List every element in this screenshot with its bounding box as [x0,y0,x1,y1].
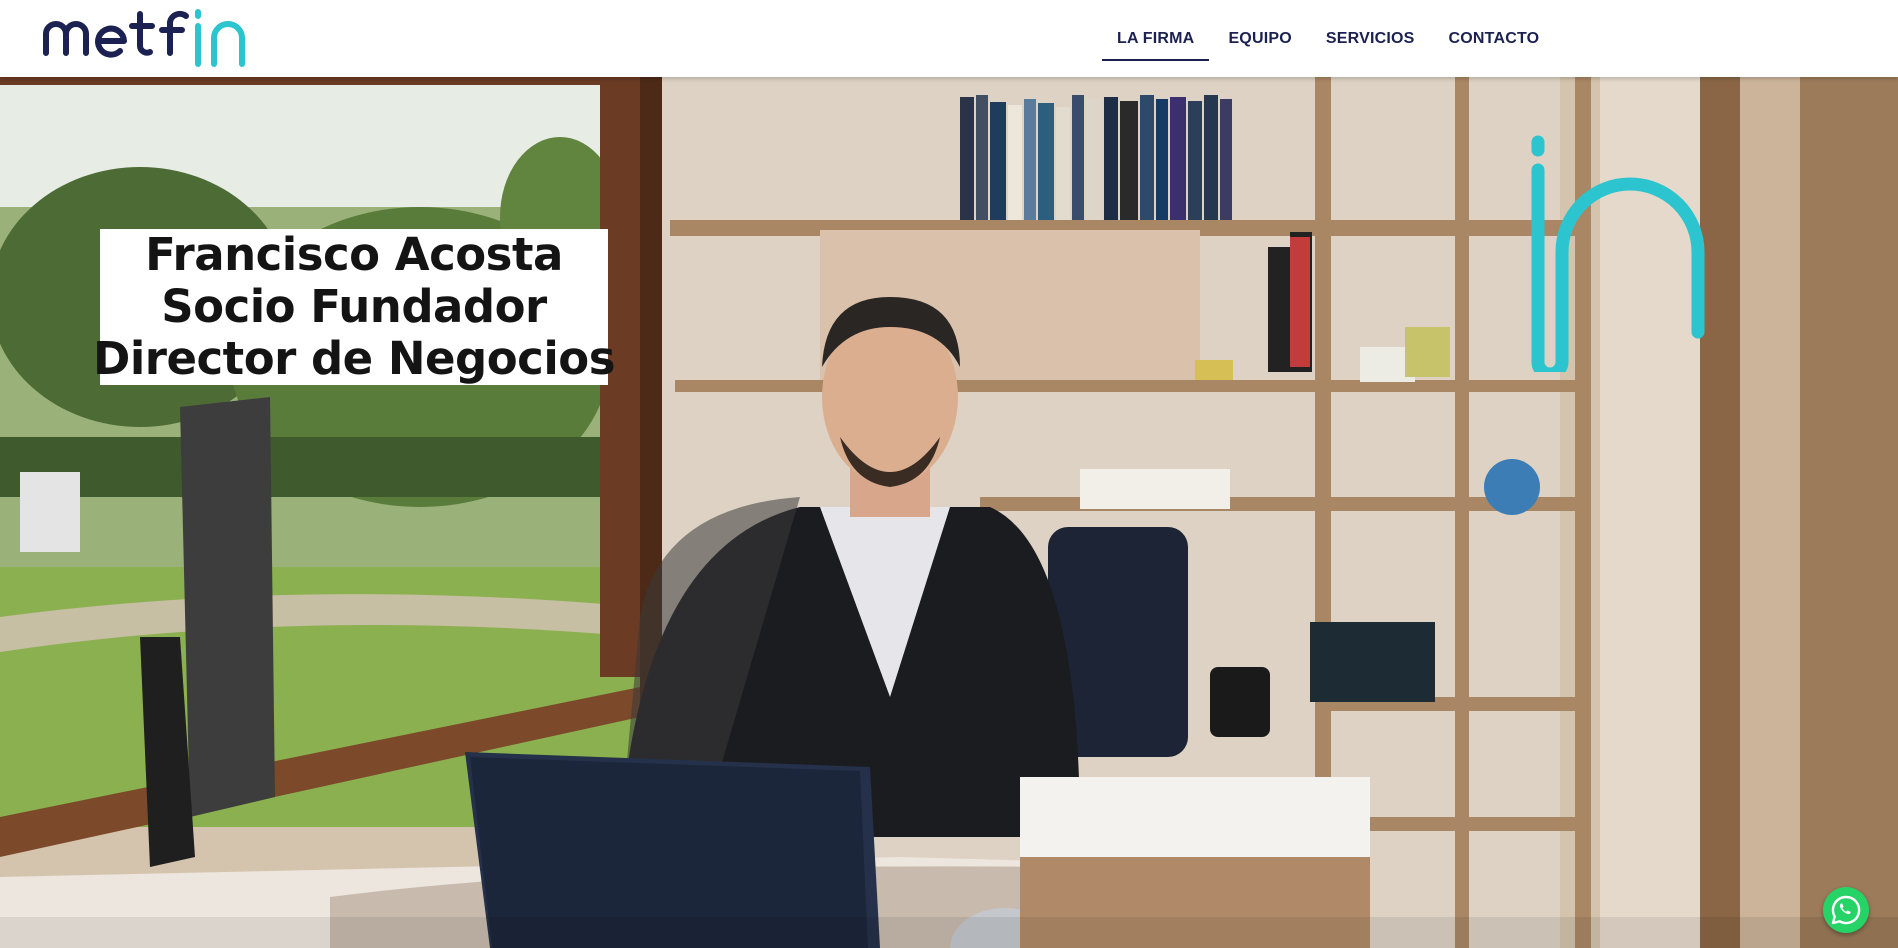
whatsapp-icon [1831,895,1861,925]
nav-la-firma[interactable]: LA FIRMA [1100,0,1211,77]
whatsapp-button[interactable] [1823,887,1869,933]
main-nav: LA FIRMA EQUIPO SERVICIOS CONTACTO [1100,0,1556,77]
nav-servicios[interactable]: SERVICIOS [1309,0,1432,77]
caption-role: Socio Fundador [161,280,547,333]
caption-name: Francisco Acosta [145,228,563,281]
speaker-caption: Francisco Acosta Socio Fundador Director… [93,228,615,385]
in-logo-mark-icon [1531,135,1705,372]
caption-title: Director de Negocios [93,332,615,385]
nav-contacto[interactable]: CONTACTO [1432,0,1557,77]
nav-equipo[interactable]: EQUIPO [1211,0,1308,77]
metfin-logo-icon [43,9,245,67]
site-header: LA FIRMA EQUIPO SERVICIOS CONTACTO [0,0,1898,77]
metfin-logo[interactable] [42,4,314,70]
hero-video[interactable]: Francisco Acosta Socio Fundador Director… [0,77,1898,948]
